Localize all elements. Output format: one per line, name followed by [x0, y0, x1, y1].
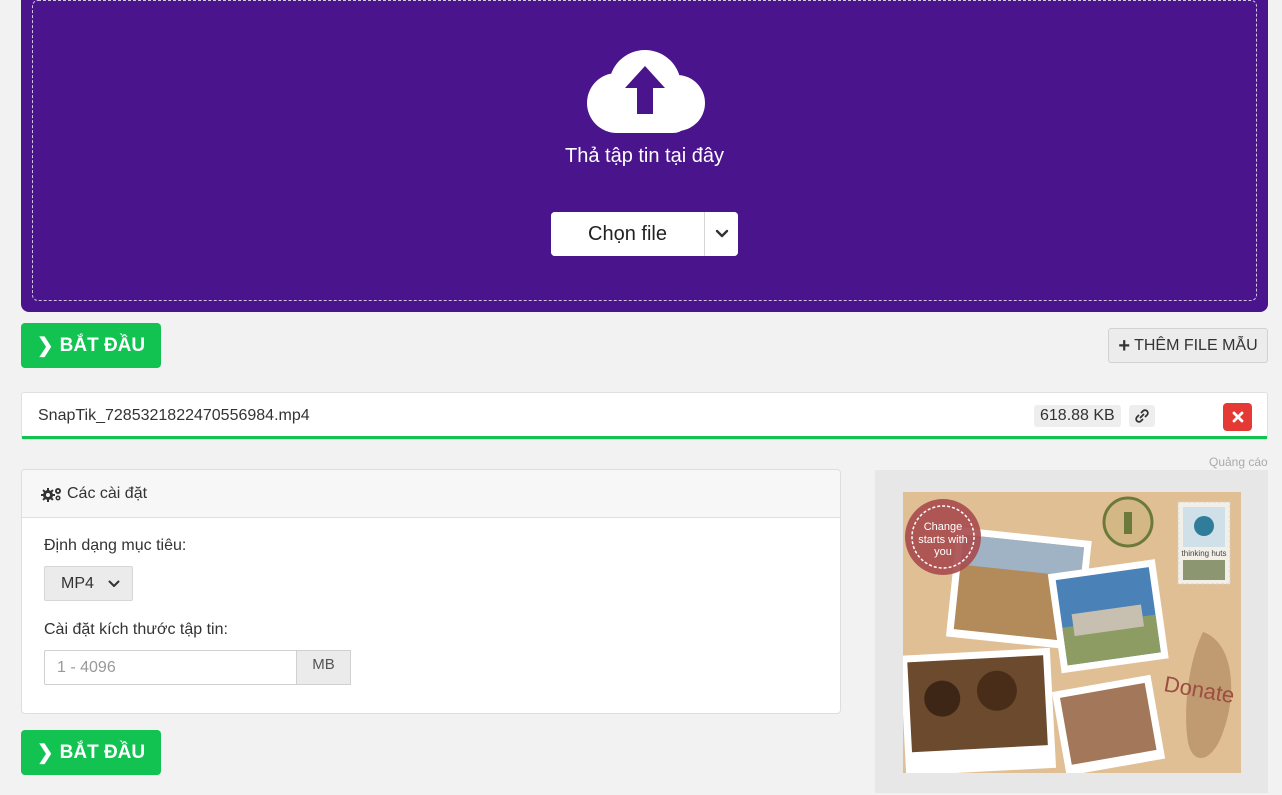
ad-tag-text: thinking huts — [1182, 549, 1227, 558]
settings-header: Các cài đặt — [22, 470, 840, 518]
start-button-top[interactable]: ❯ BẮT ĐẦU — [21, 323, 161, 368]
choose-file-group: Chọn file — [551, 212, 738, 256]
start-button-label: BẮT ĐẦU — [59, 741, 146, 763]
chevron-right-icon: ❯ — [36, 334, 54, 357]
start-button-bottom[interactable]: ❯ BẮT ĐẦU — [21, 730, 161, 775]
file-size: 618.88 KB — [1034, 405, 1121, 427]
target-format-value: MP4 — [61, 574, 94, 592]
file-size-label: Cài đặt kích thước tập tin: — [44, 621, 228, 638]
upload-progress-bar — [22, 436, 1267, 439]
file-name: SnapTik_7285321822470556984.mp4 — [38, 407, 310, 424]
gears-icon — [41, 487, 61, 502]
dropzone-text: Thả tập tin tại đây — [565, 145, 724, 167]
choose-source-dropdown[interactable] — [705, 212, 738, 256]
ad-container[interactable]: Change starts with you thinking huts Don… — [875, 470, 1268, 793]
settings-title: Các cài đặt — [67, 484, 148, 502]
svg-text:starts with: starts with — [918, 534, 968, 546]
ad-stamp-text: Change — [924, 521, 963, 533]
target-format-select[interactable]: MP4 — [44, 566, 133, 601]
remove-file-button[interactable] — [1223, 403, 1252, 431]
add-sample-file-label: THÊM FILE MẪU — [1134, 336, 1258, 354]
file-list-item: SnapTik_7285321822470556984.mp4 618.88 K… — [21, 392, 1268, 440]
chevron-down-icon — [715, 229, 728, 238]
ad-collage-graphic: Change starts with you thinking huts Don… — [903, 492, 1241, 773]
file-dropzone[interactable]: Thả tập tin tại đây Chọn file — [21, 0, 1268, 312]
link-icon[interactable] — [1129, 405, 1155, 427]
choose-file-button[interactable]: Chọn file — [551, 212, 705, 256]
settings-panel: Các cài đặt Định dạng mục tiêu: MP4 Cài … — [21, 469, 841, 714]
ad-image[interactable]: Change starts with you thinking huts Don… — [903, 492, 1241, 773]
file-size-unit: MB — [297, 650, 351, 685]
file-size-input[interactable] — [44, 650, 297, 685]
svg-text:you: you — [934, 546, 952, 558]
ad-label: Quảng cáo — [1209, 455, 1268, 469]
chevron-right-icon: ❯ — [36, 741, 54, 764]
close-icon — [1232, 411, 1243, 423]
plus-icon: + — [1118, 334, 1131, 357]
target-format-label: Định dạng mục tiêu: — [44, 537, 187, 554]
add-sample-file-button[interactable]: + THÊM FILE MẪU — [1108, 328, 1268, 363]
cloud-upload-icon — [587, 50, 705, 133]
chevron-down-icon — [108, 580, 120, 587]
start-button-label: BẮT ĐẦU — [59, 334, 146, 356]
